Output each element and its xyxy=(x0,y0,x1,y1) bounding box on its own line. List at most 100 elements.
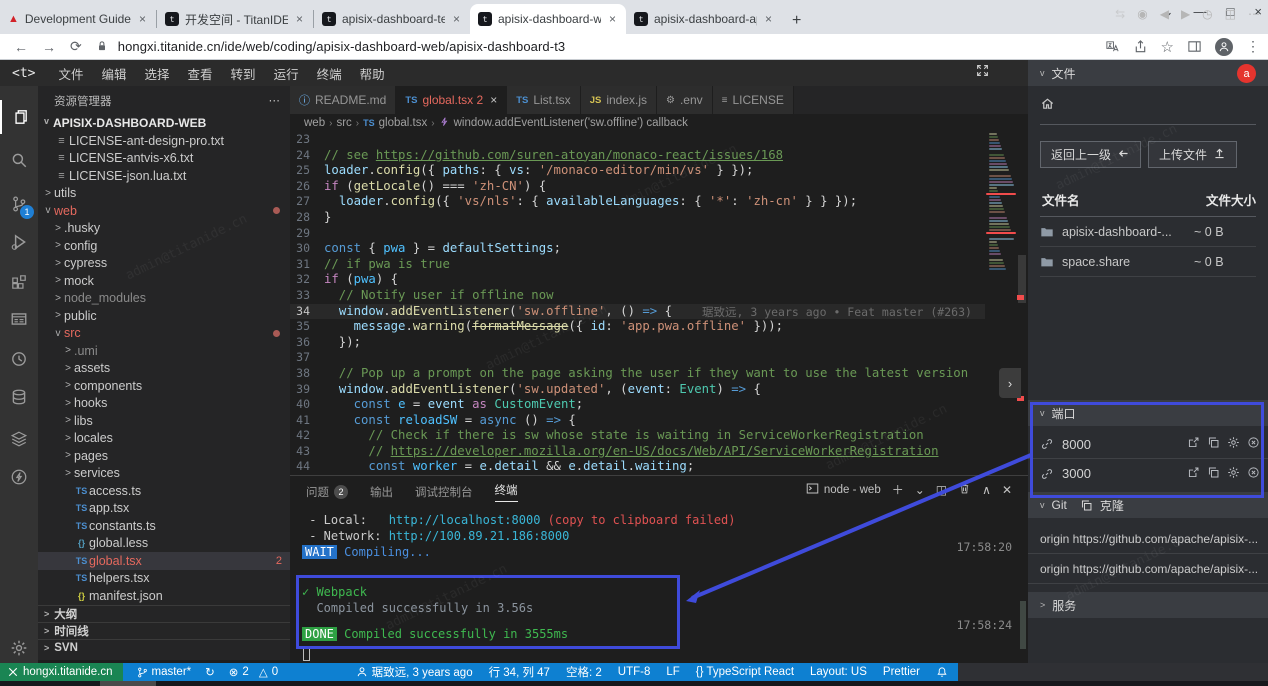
menu-item-选择[interactable]: 选择 xyxy=(136,64,179,83)
editor-action-icon-2[interactable]: ◀ xyxy=(1160,7,1169,21)
tab-close-icon[interactable]: × xyxy=(490,93,497,107)
forward-icon[interactable]: → xyxy=(42,39,56,55)
tab-close-icon[interactable]: × xyxy=(607,12,618,26)
maximize-panel-icon[interactable]: ∧ xyxy=(982,483,991,497)
tree-file-app.tsx[interactable]: TSapp.tsx xyxy=(38,500,290,518)
terminal-dropdown-icon[interactable]: ⌄ xyxy=(915,483,925,497)
star-icon[interactable]: ☆ xyxy=(1161,38,1174,56)
menu-item-文件[interactable]: 文件 xyxy=(49,64,92,83)
translate-icon[interactable] xyxy=(1105,39,1120,54)
reload-icon[interactable]: ⟳ xyxy=(70,38,82,55)
status-item[interactable]: {} TypeScript React xyxy=(696,666,794,678)
tree-folder-components[interactable]: >components xyxy=(38,377,290,395)
tree-folder-services[interactable]: >services xyxy=(38,465,290,483)
activity-icon-database[interactable] xyxy=(0,380,38,414)
activity-icon-preview[interactable] xyxy=(0,302,38,336)
browser-address-bar[interactable]: ← → ⟳ hongxi.titanide.cn/ide/web/coding/… xyxy=(0,34,1268,60)
editor-tab-List.tsx[interactable]: TSList.tsx xyxy=(507,86,580,114)
tree-folder-utils[interactable]: >utils xyxy=(38,185,290,203)
breadcrumb-symbol[interactable]: window.addEventListener('sw.offline') ca… xyxy=(454,117,688,129)
tab-close-icon[interactable]: × xyxy=(763,12,774,26)
breadcrumb-part[interactable]: src xyxy=(336,117,351,129)
status-item[interactable]: 空格: 2 xyxy=(566,664,602,680)
tree-file-manifest.json[interactable]: {}manifest.json xyxy=(38,587,290,605)
tree-folder-public[interactable]: >public xyxy=(38,307,290,325)
status-person[interactable]: 琚致远, 3 years ago xyxy=(356,664,473,680)
port-settings-icon[interactable] xyxy=(1227,466,1240,482)
tree-file-global.tsx[interactable]: TSglobal.tsx2 xyxy=(38,552,290,570)
sidebar-section-SVN[interactable]: >SVN xyxy=(38,639,290,656)
tab-close-icon[interactable]: × xyxy=(451,12,462,26)
section-header-git[interactable]: vGit克隆 xyxy=(1028,492,1268,518)
copy-address-icon[interactable] xyxy=(1207,436,1220,452)
close-port-icon[interactable] xyxy=(1247,466,1260,482)
git-remote-row[interactable]: origin https://github.com/apache/apisix-… xyxy=(1028,554,1268,584)
tree-folder-src[interactable]: vsrc xyxy=(38,325,290,343)
browser-tab[interactable]: tapisix-dashboard-api - TitanID× xyxy=(626,4,782,34)
editor-tab-.env[interactable]: ⚙.env xyxy=(657,86,713,114)
activity-icon-explorer[interactable] xyxy=(0,100,38,134)
code-editor[interactable]: 2324// see https://github.com/suren-atoy… xyxy=(290,132,985,475)
tab-close-icon[interactable]: × xyxy=(137,12,148,26)
port-row-3000[interactable]: 3000 xyxy=(1028,459,1268,488)
tree-file-helpers.tsx[interactable]: TShelpers.tsx xyxy=(38,570,290,588)
remote-indicator[interactable]: hongxi.titanide.cn xyxy=(0,663,123,681)
tree-file-LICENSE-antvis-x6.txt[interactable]: ≡LICENSE-antvis-x6.txt xyxy=(38,150,290,168)
open-port-icon[interactable] xyxy=(1187,436,1200,452)
panel-tab-调试控制台[interactable]: 调试控制台 xyxy=(415,482,473,502)
menu-item-编辑[interactable]: 编辑 xyxy=(93,64,136,83)
status-item[interactable]: Layout: US xyxy=(810,666,867,678)
tree-folder-cypress[interactable]: >cypress xyxy=(38,255,290,273)
tree-folder-web[interactable]: vweb xyxy=(38,202,290,220)
tree-folder-assets[interactable]: >assets xyxy=(38,360,290,378)
sync-indicator[interactable]: ↻ xyxy=(205,665,215,679)
section-header-files[interactable]: v文件a xyxy=(1028,60,1268,86)
explorer-more-icon[interactable]: ⋯ xyxy=(269,93,281,109)
editor-action-icon-0[interactable]: ⇆ xyxy=(1115,7,1125,21)
section-header-services[interactable]: >服务 xyxy=(1028,592,1268,618)
activity-icon-power[interactable] xyxy=(0,460,38,494)
port-settings-icon[interactable] xyxy=(1227,436,1240,452)
editor-tab-index.js[interactable]: JSindex.js xyxy=(581,86,657,114)
terminal-scrollbar[interactable] xyxy=(1020,601,1026,649)
panel-tab-输出[interactable]: 输出 xyxy=(370,482,393,502)
file-row[interactable]: apisix-dashboard-...~ 0 B xyxy=(1040,217,1256,247)
open-port-icon[interactable] xyxy=(1187,466,1200,482)
user-badge[interactable]: a xyxy=(1237,64,1256,83)
close-panel-icon[interactable]: ✕ xyxy=(1002,483,1012,497)
tree-file-constants.ts[interactable]: TSconstants.ts xyxy=(38,517,290,535)
menu-item-帮助[interactable]: 帮助 xyxy=(351,64,394,83)
terminal-shell-selector[interactable]: node - web xyxy=(806,482,881,498)
editor-action-icon-5[interactable]: ◫ xyxy=(1225,7,1236,21)
section-header-ports[interactable]: v端口 xyxy=(1028,400,1268,426)
git-branch-indicator[interactable]: master* xyxy=(137,666,192,678)
tree-folder-config[interactable]: >config xyxy=(38,237,290,255)
url-text[interactable]: hongxi.titanide.cn/ide/web/coding/apisix… xyxy=(118,39,566,54)
activity-icon-settings[interactable] xyxy=(0,631,38,665)
kill-terminal-icon[interactable] xyxy=(958,482,971,498)
menu-item-终端[interactable]: 终端 xyxy=(308,64,351,83)
tree-file-LICENSE-ant-design-pro.txt[interactable]: ≡LICENSE-ant-design-pro.txt xyxy=(38,132,290,150)
port-row-8000[interactable]: 8000 xyxy=(1028,430,1268,459)
terminal-output[interactable]: - Local: http://localhost:8000 (copy to … xyxy=(302,512,1012,642)
new-terminal-icon[interactable]: ＋ xyxy=(892,481,904,498)
browser-tab[interactable]: t开发空间 - TitanIDE× xyxy=(157,4,313,34)
activity-icon-extensions[interactable] xyxy=(0,265,38,299)
go-up-button[interactable]: 返回上一级 xyxy=(1040,141,1141,168)
menu-item-转到[interactable]: 转到 xyxy=(222,64,265,83)
activity-icon-layers[interactable] xyxy=(0,422,38,456)
sidebar-section-时间线[interactable]: >时间线 xyxy=(38,622,290,639)
clone-label[interactable]: 克隆 xyxy=(1100,497,1124,514)
activity-icon-run-debug[interactable] xyxy=(0,225,38,259)
editor-action-icon-1[interactable]: ◉ xyxy=(1137,7,1147,21)
editor-action-icon-3[interactable]: ▶ xyxy=(1181,7,1190,21)
git-remote-row[interactable]: origin https://github.com/apache/apisix-… xyxy=(1028,524,1268,554)
menu-item-查看[interactable]: 查看 xyxy=(179,64,222,83)
status-item[interactable]: Prettier xyxy=(883,666,920,678)
breadcrumb-file[interactable]: global.tsx xyxy=(379,117,428,129)
editor-tab-LICENSE[interactable]: ≡LICENSE xyxy=(713,86,794,114)
menu-item-运行[interactable]: 运行 xyxy=(265,64,308,83)
panel-tab-终端[interactable]: 终端 xyxy=(495,482,518,502)
split-terminal-icon[interactable]: ◫ xyxy=(936,483,947,497)
browser-tab[interactable]: ▲Development Guide | Apache× xyxy=(0,4,156,34)
